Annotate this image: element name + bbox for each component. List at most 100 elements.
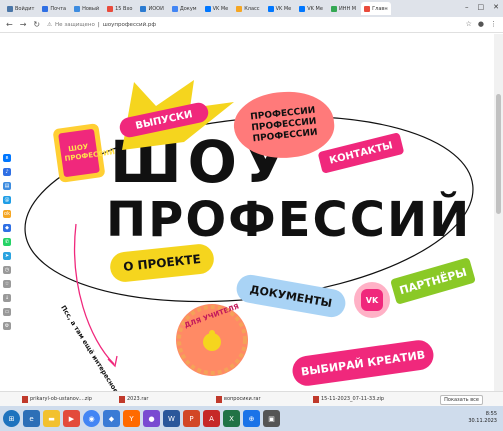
download-item[interactable]: prikaryl-ob-ustanov....zip: [22, 395, 114, 403]
whatsapp-icon[interactable]: ✆: [3, 238, 11, 246]
tab-favicon-icon: [204, 5, 211, 12]
url-text: шоупрофессий.рф: [102, 21, 157, 28]
logo-text: ШОУ ПРОФЕССИЙ: [64, 142, 116, 164]
vk-icon[interactable]: в: [3, 154, 11, 162]
browser-sidebar: в ♪ ▤ @ ok ◆ ✆ ➤ ◷ ☆ ↓ ▭ ⚙: [0, 150, 14, 395]
tab-label: Класс: [244, 5, 260, 12]
browser-tab[interactable]: VK Ме: [265, 2, 295, 15]
star-icon[interactable]: ☆: [466, 20, 472, 28]
address-bar: ← → ↻ ⚠ Не защищено | шоупрофессий.рф ☆ …: [0, 17, 503, 33]
tab-label: Новый: [82, 5, 100, 12]
tab-favicon-icon: [364, 5, 371, 12]
close-icon[interactable]: ✕: [493, 3, 499, 11]
settings-icon[interactable]: ⚙: [3, 322, 11, 330]
minimize-icon[interactable]: –: [465, 3, 469, 11]
taskbar-pdf-icon[interactable]: A: [203, 410, 220, 427]
system-clock[interactable]: 8:55 30.11.2023: [468, 411, 497, 425]
download-filename: prikaryl-ob-ustanov....zip: [30, 396, 92, 402]
window-controls: – □ ✕: [465, 3, 499, 11]
tab-favicon-icon: [7, 5, 13, 12]
browser-tab[interactable]: VK Ме: [202, 2, 232, 15]
browser-tab[interactable]: ИООИ: [137, 2, 166, 15]
tab-label: 15 Вхо: [115, 5, 133, 12]
show-all-downloads-button[interactable]: Показать все: [440, 395, 483, 405]
windows-taskbar: ⊞ e ▬ ▶ ◉ ◆ Y ● W P A X ⊕ ▣ 8:55 30.11.2…: [0, 406, 503, 431]
history-icon[interactable]: ◷: [3, 266, 11, 274]
taskbar-media-icon[interactable]: ▶: [63, 410, 80, 427]
taskbar-folder-icon[interactable]: ▬: [43, 410, 60, 427]
mail-icon[interactable]: @: [3, 196, 11, 204]
taskbar-chrome-icon[interactable]: ◉: [83, 410, 100, 427]
taskbar-app-icon[interactable]: ◆: [103, 410, 120, 427]
site-logo[interactable]: ШОУ ПРОФЕССИЙ: [52, 123, 116, 183]
url-separator: |: [97, 21, 100, 28]
tab-label: Докум: [179, 5, 197, 12]
games-icon[interactable]: ◆: [3, 224, 11, 232]
maximize-icon[interactable]: □: [478, 3, 485, 11]
browser-tab[interactable]: Главн: [361, 2, 391, 15]
download-filename: 2023.rar: [127, 396, 149, 402]
browser-tab[interactable]: 15 Вхо: [104, 2, 135, 15]
tab-label: VK Ме: [212, 5, 229, 12]
docs-icon[interactable]: ▤: [3, 182, 11, 190]
web-page: ШОУ ПРОФЕССИЙ ШОУ ПРОФЕССИЙ ВЫПУСКИ ПРОФ…: [14, 34, 494, 391]
tab-favicon-icon: [171, 5, 178, 12]
download-item[interactable]: 15-11-2023_07-11-33.zip: [313, 395, 405, 403]
downloads-icon[interactable]: ↓: [3, 294, 11, 302]
tab-favicon-icon: [236, 5, 243, 12]
url-field[interactable]: ⚠ Не защищено | шоупрофессий.рф: [47, 22, 156, 28]
tab-favicon-icon: [74, 5, 81, 12]
vk-logo-icon: VK: [365, 295, 379, 305]
browser-tab[interactable]: Докум: [169, 2, 200, 15]
downloads-bar: prikaryl-ob-ustanov....zip 2023.rar вопр…: [0, 391, 503, 406]
taskbar-app-icon[interactable]: ⊕: [243, 410, 260, 427]
taskbar-explorer-ie-icon[interactable]: e: [23, 410, 40, 427]
forward-icon[interactable]: →: [20, 20, 27, 29]
browser-tab-bar: Войдит Почта Новый 15 Вхо ИООИ Докум VK Ме Клас…: [0, 0, 503, 17]
taskbar-excel-icon[interactable]: X: [223, 410, 240, 427]
browser-tab[interactable]: ИНН М: [328, 2, 359, 15]
browser-tab[interactable]: VK Ме: [296, 2, 326, 15]
reading-list-icon[interactable]: ▭: [3, 308, 11, 316]
taskbar-powerpoint-icon[interactable]: P: [183, 410, 200, 427]
file-icon: [216, 395, 222, 403]
taskbar-app-icon[interactable]: ●: [143, 410, 160, 427]
browser-tab[interactable]: Войдит: [4, 2, 37, 15]
tab-label: Главн: [372, 5, 388, 12]
browser-tab[interactable]: Новый: [71, 2, 102, 15]
tab-favicon-icon: [267, 5, 274, 12]
telegram-icon[interactable]: ➤: [3, 252, 11, 260]
page-scrollbar[interactable]: [494, 34, 503, 391]
clock-time: 8:55: [485, 411, 497, 417]
taskbar-yandex-icon[interactable]: Y: [123, 410, 140, 427]
music-icon[interactable]: ♪: [3, 168, 11, 176]
clock-date: 30.11.2023: [468, 418, 497, 424]
vk-social-link[interactable]: VK: [354, 282, 390, 318]
file-icon: [22, 395, 28, 403]
nav-dlya-uchitelya[interactable]: ДЛЯ УЧИТЕЛЯ: [176, 302, 248, 376]
taskbar-app-icon[interactable]: ▣: [263, 410, 280, 427]
download-item[interactable]: вопросики.rar: [216, 395, 308, 403]
not-secure-label: Не защищено: [55, 21, 95, 28]
file-icon: [313, 395, 319, 403]
tab-label: Почта: [50, 5, 67, 12]
back-icon[interactable]: ←: [6, 20, 13, 29]
profile-icon[interactable]: ●: [478, 20, 484, 28]
tab-favicon-icon: [42, 5, 49, 12]
bookmarks-icon[interactable]: ☆: [3, 280, 11, 288]
scrollbar-thumb[interactable]: [496, 94, 501, 214]
menu-icon[interactable]: ⋮: [490, 20, 497, 28]
browser-tab[interactable]: Класс: [233, 2, 262, 15]
file-icon: [119, 395, 125, 403]
title-line-2: ПРОФЕССИЙ: [106, 192, 472, 248]
ok-icon[interactable]: ok: [3, 210, 11, 218]
tab-label: VK Ме: [275, 5, 292, 12]
reload-icon[interactable]: ↻: [33, 20, 40, 29]
download-item[interactable]: 2023.rar: [119, 395, 211, 403]
tab-favicon-icon: [299, 5, 306, 12]
tab-favicon-icon: [140, 5, 147, 12]
browser-tab[interactable]: Почта: [39, 2, 69, 15]
start-button[interactable]: ⊞: [3, 410, 20, 427]
tab-favicon-icon: [330, 5, 337, 12]
taskbar-word-icon[interactable]: W: [163, 410, 180, 427]
